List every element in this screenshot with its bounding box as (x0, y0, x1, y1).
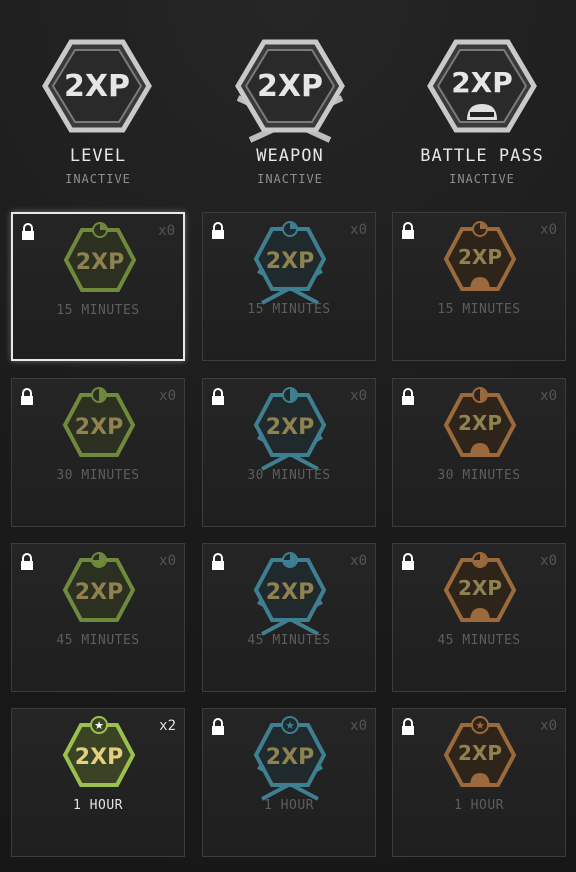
battle-pass-token-icon: 2XP (443, 387, 517, 457)
battle-pass-2xp-token-icon: 2XP (422, 36, 542, 136)
svg-text:2XP: 2XP (257, 69, 323, 104)
token-count: x0 (159, 553, 176, 569)
weapon-45-minutes-card[interactable]: x0 2XP 45 MINUTES (202, 543, 376, 692)
svg-text:2XP: 2XP (266, 415, 314, 440)
level-token-icon: 2XP (62, 552, 136, 622)
lock-icon (402, 553, 414, 570)
battle-pass-15-minutes-card[interactable]: x0 2XP 15 MINUTES (392, 212, 566, 361)
lock-icon (402, 388, 414, 405)
token-count: x0 (158, 223, 175, 239)
weapon-token-title: WEAPON (256, 146, 324, 166)
weapon-2xp-token-icon: 2XP (230, 36, 350, 146)
lock-icon (212, 553, 224, 570)
level-30-minutes-card[interactable]: x0 2XP 30 MINUTES (11, 378, 185, 527)
duration-label: 30 MINUTES (437, 468, 521, 483)
weapon-token-icon: 2XP (253, 552, 327, 636)
duration-label: 15 MINUTES (247, 302, 331, 317)
battle-pass-1-hour-card[interactable]: x0 ★ 2XP 1 HOUR (392, 708, 566, 857)
svg-text:2XP: 2XP (76, 250, 124, 275)
battle-pass-token-title: BATTLE PASS (420, 146, 544, 166)
svg-text:2XP: 2XP (64, 69, 130, 104)
level-45-minutes-card[interactable]: x0 2XP 45 MINUTES (11, 543, 185, 692)
weapon-token-icon: 2XP (253, 387, 327, 471)
duration-label: 45 MINUTES (437, 633, 521, 648)
battle-pass-45-minutes-card[interactable]: x0 2XP 45 MINUTES (392, 543, 566, 692)
battle-pass-token-icon: 2XP (443, 552, 517, 622)
token-header: 2XP LEVEL INACTIVE 2XP WEAPON INACTIVE 2… (0, 0, 576, 205)
level-1-hour-card[interactable]: x2 ★ 2XP 1 HOUR (11, 708, 185, 857)
duration-label: 45 MINUTES (247, 633, 331, 648)
lock-icon (21, 388, 33, 405)
token-count: x0 (159, 388, 176, 404)
svg-text:2XP: 2XP (266, 745, 314, 770)
svg-text:2XP: 2XP (75, 745, 123, 770)
level-token-icon: 2XP (63, 222, 137, 292)
battle-pass-token-icon: 2XP (443, 221, 517, 291)
weapon-15-minutes-card[interactable]: x0 2XP 15 MINUTES (202, 212, 376, 361)
duration-label: 30 MINUTES (56, 468, 140, 483)
token-count: x0 (350, 718, 367, 734)
duration-label: 1 HOUR (73, 798, 123, 813)
duration-label: 30 MINUTES (247, 468, 331, 483)
weapon-30-minutes-card[interactable]: x0 2XP 30 MINUTES (202, 378, 376, 527)
lock-icon (21, 553, 33, 570)
duration-label: 15 MINUTES (56, 303, 140, 318)
duration-label: 1 HOUR (454, 798, 504, 813)
weapon-token-icon: ★ 2XP (253, 716, 327, 801)
level-token-status: INACTIVE (65, 172, 131, 186)
svg-text:2XP: 2XP (75, 415, 123, 440)
token-count: x0 (540, 553, 557, 569)
svg-text:2XP: 2XP (458, 245, 502, 269)
lock-icon (402, 718, 414, 735)
svg-text:2XP: 2XP (75, 580, 123, 605)
duration-label: 45 MINUTES (56, 633, 140, 648)
battle-pass-token-status: INACTIVE (449, 172, 515, 186)
duration-label: 15 MINUTES (437, 302, 521, 317)
lock-icon (212, 388, 224, 405)
lock-icon (22, 223, 34, 240)
svg-text:2XP: 2XP (266, 580, 314, 605)
duration-label: 1 HOUR (264, 798, 314, 813)
token-count: x0 (540, 718, 557, 734)
level-15-minutes-card[interactable]: x0 2XP 15 MINUTES (11, 212, 185, 361)
token-count: x2 (159, 718, 176, 734)
weapon-1-hour-card[interactable]: x0 ★ 2XP 1 HOUR (202, 708, 376, 857)
level-token-icon: ★ 2XP (62, 716, 136, 787)
battle-pass-30-minutes-card[interactable]: x0 2XP 30 MINUTES (392, 378, 566, 527)
token-count: x0 (540, 222, 557, 238)
svg-text:2XP: 2XP (451, 66, 513, 99)
weapon-token-icon: 2XP (253, 221, 327, 305)
battle-pass-token-icon: ★ 2XP (443, 716, 517, 787)
star-icon: ★ (475, 719, 485, 732)
weapon-token-status: INACTIVE (257, 172, 323, 186)
svg-text:2XP: 2XP (458, 741, 502, 765)
star-icon: ★ (94, 719, 104, 732)
level-token-title: LEVEL (69, 146, 127, 166)
token-count: x0 (350, 388, 367, 404)
token-count: x0 (350, 553, 367, 569)
level-token-icon: 2XP (62, 387, 136, 457)
token-count: x0 (540, 388, 557, 404)
svg-text:2XP: 2XP (458, 576, 502, 600)
level-2xp-token-icon: 2XP (37, 36, 157, 136)
lock-icon (402, 222, 414, 239)
lock-icon (212, 718, 224, 735)
star-icon: ★ (285, 719, 295, 732)
token-count: x0 (350, 222, 367, 238)
svg-text:2XP: 2XP (458, 411, 502, 435)
lock-icon (212, 222, 224, 239)
svg-text:2XP: 2XP (266, 249, 314, 274)
